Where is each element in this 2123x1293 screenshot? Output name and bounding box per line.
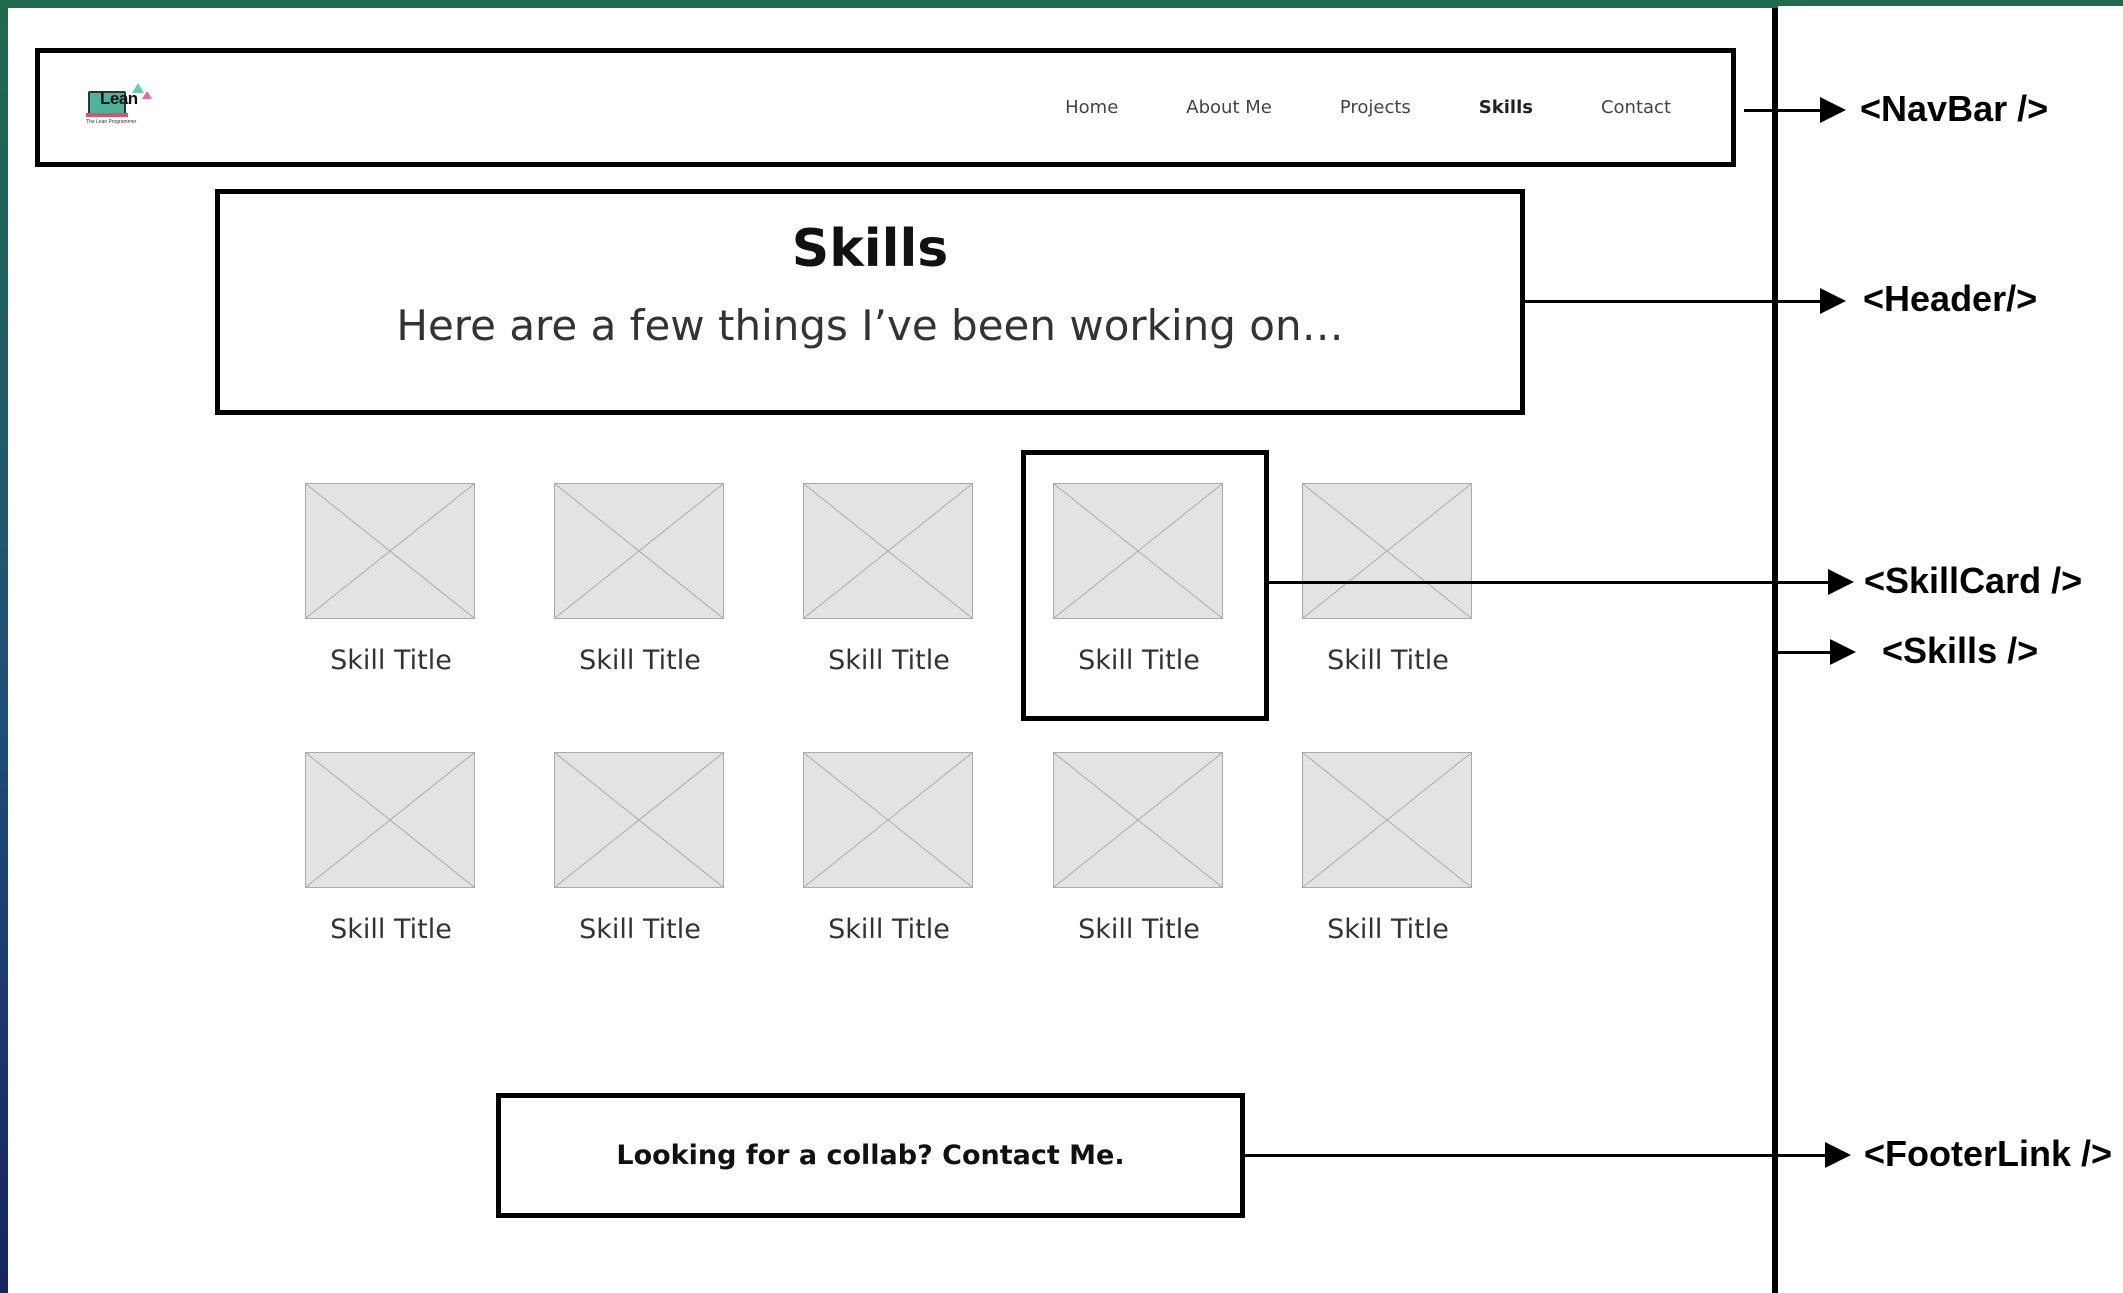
annotation-navbar: <NavBar /> bbox=[1860, 88, 2049, 129]
skill-title: Skill Title bbox=[1327, 645, 1449, 676]
page-title: Skills bbox=[791, 219, 949, 279]
skill-title: Skill Title bbox=[1078, 914, 1200, 945]
nav-link-projects[interactable]: Projects bbox=[1340, 97, 1411, 118]
connector-line bbox=[1525, 300, 1824, 303]
logo[interactable]: Lean The Lean Programmer bbox=[86, 83, 156, 129]
skill-card[interactable]: Skill Title bbox=[803, 483, 975, 676]
connector-line bbox=[1264, 581, 1832, 584]
image-placeholder-icon bbox=[305, 752, 475, 888]
annotation-footerlink: <FooterLink /> bbox=[1864, 1133, 2113, 1174]
image-placeholder-icon bbox=[803, 752, 973, 888]
skill-title: Skill Title bbox=[330, 645, 452, 676]
annotation-skills: <Skills /> bbox=[1882, 630, 2039, 671]
triangle-icon bbox=[142, 91, 152, 99]
arrow-right-icon bbox=[1830, 639, 1856, 665]
image-placeholder-icon bbox=[1302, 483, 1472, 619]
image-placeholder-icon bbox=[305, 483, 475, 619]
skill-card[interactable]: Skill Title bbox=[1302, 752, 1474, 945]
image-placeholder-icon bbox=[1053, 752, 1223, 888]
skill-card[interactable]: Skill Title bbox=[1053, 752, 1225, 945]
footer-link-box: Looking for a collab? Contact Me. bbox=[496, 1093, 1245, 1218]
skill-title: Skill Title bbox=[330, 914, 452, 945]
skill-title: Skill Title bbox=[579, 914, 701, 945]
arrow-right-icon bbox=[1820, 288, 1846, 314]
image-placeholder-icon bbox=[554, 483, 724, 619]
nav-link-contact[interactable]: Contact bbox=[1601, 97, 1671, 118]
connector-line bbox=[1778, 651, 1830, 654]
nav-link-home[interactable]: Home bbox=[1065, 97, 1118, 118]
image-placeholder-icon bbox=[554, 752, 724, 888]
skill-card[interactable]: Skill Title bbox=[554, 752, 726, 945]
footer-link[interactable]: Looking for a collab? Contact Me. bbox=[616, 1140, 1124, 1171]
logo-word: Lean bbox=[100, 89, 138, 108]
skill-card[interactable]: Skill Title bbox=[1302, 483, 1474, 676]
image-placeholder-icon bbox=[1302, 752, 1472, 888]
skill-title: Skill Title bbox=[828, 645, 950, 676]
skill-card[interactable]: Skill Title bbox=[554, 483, 726, 676]
skill-card[interactable]: Skill Title bbox=[305, 752, 477, 945]
page-subtitle: Here are a few things I’ve been working … bbox=[396, 301, 1344, 350]
skillcard-highlight-box bbox=[1021, 450, 1269, 721]
connector-line bbox=[1744, 109, 1824, 112]
nav-links: Home About Me Projects Skills Contact bbox=[1065, 53, 1671, 162]
skill-card[interactable]: Skill Title bbox=[803, 752, 975, 945]
laptop-base-icon bbox=[86, 113, 128, 117]
arrow-right-icon bbox=[1820, 97, 1846, 123]
navbar: Lean The Lean Programmer Home About Me P… bbox=[35, 48, 1736, 167]
image-placeholder-icon bbox=[803, 483, 973, 619]
nav-link-about[interactable]: About Me bbox=[1186, 97, 1272, 118]
arrow-right-icon bbox=[1828, 569, 1854, 595]
header: Skills Here are a few things I’ve been w… bbox=[215, 189, 1525, 415]
nav-link-skills[interactable]: Skills bbox=[1479, 97, 1533, 118]
skill-title: Skill Title bbox=[579, 645, 701, 676]
connector-line bbox=[1245, 1154, 1829, 1157]
annotation-skillcard: <SkillCard /> bbox=[1864, 560, 2083, 601]
logo-tagline: The Lean Programmer bbox=[86, 119, 137, 125]
arrow-right-icon bbox=[1825, 1142, 1851, 1168]
annotation-header: <Header/> bbox=[1863, 278, 2038, 319]
skill-card[interactable]: Skill Title bbox=[305, 483, 477, 676]
skill-title: Skill Title bbox=[1327, 914, 1449, 945]
wireframe-page: Lean The Lean Programmer Home About Me P… bbox=[8, 8, 1778, 1293]
skill-title: Skill Title bbox=[828, 914, 950, 945]
